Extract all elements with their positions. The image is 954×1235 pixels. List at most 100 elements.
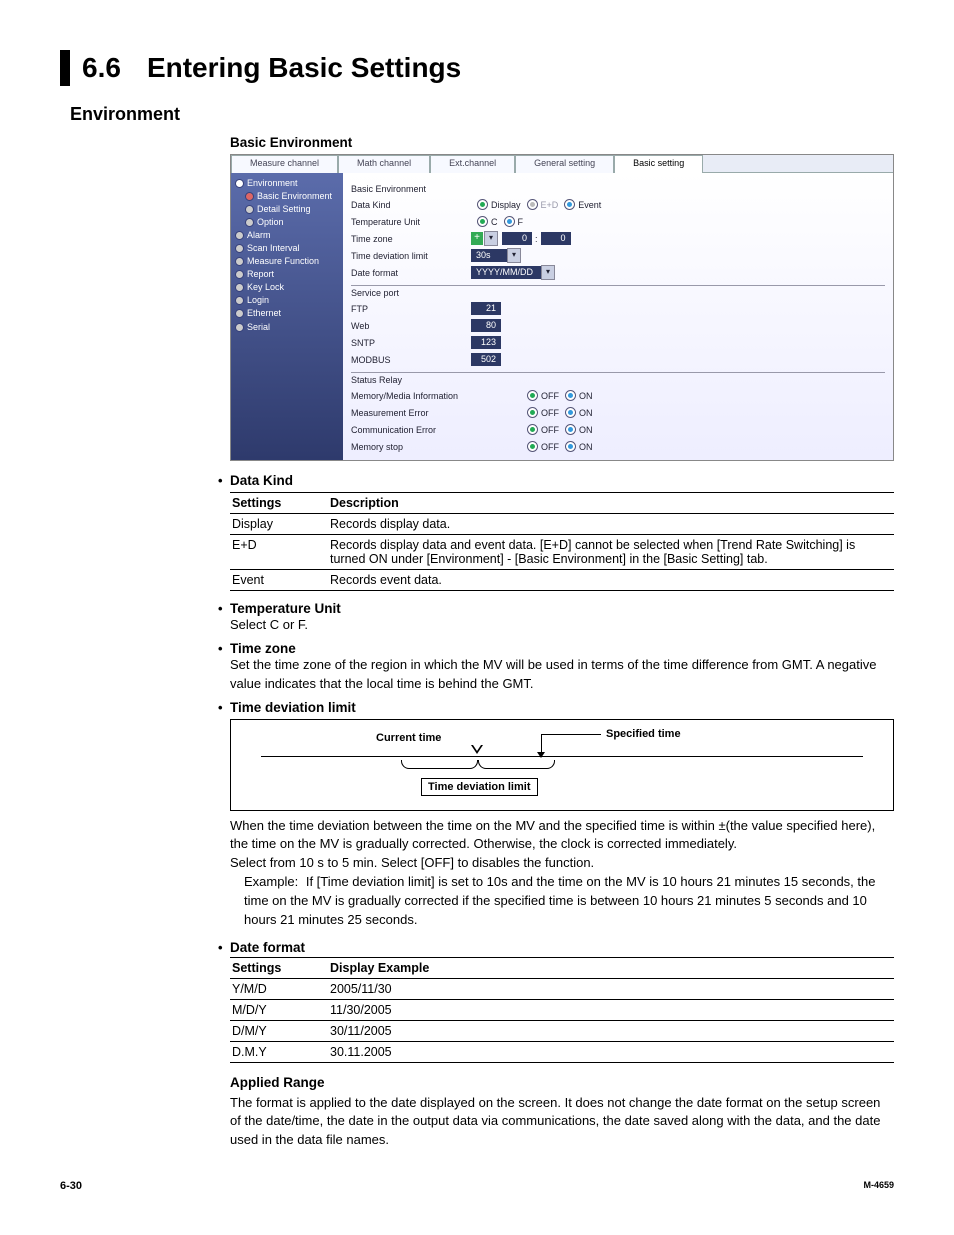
radio-off[interactable]	[527, 407, 538, 418]
diagram-line	[261, 756, 863, 757]
heading-temp-unit: Temperature Unit	[230, 601, 894, 616]
dropdown-arrow-icon[interactable]: ▾	[541, 265, 555, 280]
date-format-value[interactable]: YYYY/MM/DD	[471, 266, 541, 279]
cell-setting: E+D	[230, 535, 328, 570]
th-description: Description	[328, 493, 894, 514]
tree-ethernet[interactable]: Ethernet	[233, 307, 341, 320]
label-specified-time: Specified time	[606, 728, 681, 740]
tree-label: Key Lock	[247, 281, 284, 294]
group-status-relay: Status Relay	[351, 372, 885, 387]
label-date-format: Date format	[351, 268, 471, 278]
nav-tree: Environment Basic Environment Detail Set…	[231, 173, 343, 460]
marker-current-inner	[473, 745, 481, 751]
tdl-diagram: Current time Specified time Time deviati…	[230, 719, 894, 811]
timezone-hour-input[interactable]: 0	[502, 232, 532, 245]
radio-c[interactable]	[477, 216, 488, 227]
bullet-dot: •	[218, 601, 223, 616]
web-port-input[interactable]: 80	[471, 319, 501, 332]
tdl-value[interactable]: 30s	[471, 249, 507, 262]
cell-ex: 2005/11/30	[328, 978, 894, 999]
radio-ed[interactable]	[527, 199, 538, 210]
ftp-port-input[interactable]: 21	[471, 302, 501, 315]
radio-on[interactable]	[565, 390, 576, 401]
colon: :	[535, 234, 538, 244]
radio-off[interactable]	[527, 390, 538, 401]
tab-basic-setting[interactable]: Basic setting	[614, 155, 703, 173]
heading-date-format: Date format	[230, 940, 894, 955]
label-mmi: Memory/Media Information	[351, 391, 521, 401]
tab-general-setting[interactable]: General setting	[515, 155, 614, 173]
chapter-number: 6.6	[82, 52, 121, 84]
heading-applied-range: Applied Range	[230, 1075, 894, 1090]
label-data-kind: Data Kind	[351, 200, 471, 210]
chapter-header: 6.6 Entering Basic Settings	[60, 50, 894, 86]
settings-panel-screenshot: Measure channel Math channel Ext.channel…	[230, 154, 894, 461]
tree-option[interactable]: Option	[243, 216, 341, 229]
tab-ext-channel[interactable]: Ext.channel	[430, 155, 515, 173]
label-cerr: Communication Error	[351, 425, 521, 435]
radio-off[interactable]	[527, 441, 538, 452]
table-row: D.M.Y30.11.2005	[230, 1041, 894, 1062]
chapter-accent-bar	[60, 50, 70, 86]
tree-login[interactable]: Login	[233, 294, 341, 307]
row-ftp: FTP21	[351, 300, 885, 317]
tab-measure-channel[interactable]: Measure channel	[231, 155, 338, 173]
opt-event: Event	[578, 200, 601, 210]
cell-setting: D/M/Y	[230, 1020, 328, 1041]
radio-f[interactable]	[504, 216, 515, 227]
dropdown-arrow-icon[interactable]: ▾	[507, 248, 521, 263]
row-date-format: Date format YYYY/MM/DD▾	[351, 264, 885, 281]
tree-serial[interactable]: Serial	[233, 321, 341, 334]
opt-off: OFF	[541, 442, 559, 452]
text-time-zone: Set the time zone of the region in which…	[230, 656, 894, 694]
tab-math-channel[interactable]: Math channel	[338, 155, 430, 173]
tree-detail-setting[interactable]: Detail Setting	[243, 203, 341, 216]
bullet-dot: •	[218, 700, 223, 715]
tree-label: Detail Setting	[257, 203, 311, 216]
modbus-port-input[interactable]: 502	[471, 353, 501, 366]
tree-label: Scan Interval	[247, 242, 300, 255]
tree-measure-function[interactable]: Measure Function	[233, 255, 341, 268]
tdl-example: Example: If [Time deviation limit] is se…	[230, 873, 894, 930]
tree-report[interactable]: Report	[233, 268, 341, 281]
bullet-icon	[235, 179, 244, 188]
dropdown-arrow-icon[interactable]: ▾	[484, 231, 498, 246]
plus-button[interactable]: +	[471, 232, 483, 245]
brace-left	[401, 760, 478, 769]
cell-desc: Records display data.	[328, 514, 894, 535]
label-web: Web	[351, 321, 471, 331]
opt-off: OFF	[541, 391, 559, 401]
opt-display: Display	[491, 200, 521, 210]
tree-label: Login	[247, 294, 269, 307]
cell-ex: 30.11.2005	[328, 1041, 894, 1062]
tree-key-lock[interactable]: Key Lock	[233, 281, 341, 294]
th-display-example: Display Example	[328, 957, 894, 978]
cell-setting: Y/M/D	[230, 978, 328, 999]
row-tdl: Time deviation limit 30s▾	[351, 247, 885, 264]
radio-on[interactable]	[565, 424, 576, 435]
text-tdl-1: When the time deviation between the time…	[230, 817, 894, 855]
radio-on[interactable]	[565, 441, 576, 452]
tree-alarm[interactable]: Alarm	[233, 229, 341, 242]
timezone-min-input[interactable]: 0	[541, 232, 571, 245]
opt-f: F	[518, 217, 524, 227]
radio-display[interactable]	[477, 199, 488, 210]
bullet-icon	[235, 283, 244, 292]
row-web: Web80	[351, 317, 885, 334]
cell-desc: Records event data.	[328, 570, 894, 591]
table-row: DisplayRecords display data.	[230, 514, 894, 535]
brace-right	[478, 760, 555, 769]
sntp-port-input[interactable]: 123	[471, 336, 501, 349]
th-settings: Settings	[230, 493, 328, 514]
label-time-zone: Time zone	[351, 234, 471, 244]
radio-off[interactable]	[527, 424, 538, 435]
tree-environment[interactable]: Environment	[233, 177, 341, 190]
leader-line	[541, 734, 601, 735]
radio-event[interactable]	[564, 199, 575, 210]
tree-scan-interval[interactable]: Scan Interval	[233, 242, 341, 255]
radio-on[interactable]	[565, 407, 576, 418]
row-modbus: MODBUS502	[351, 351, 885, 368]
table-row: Y/M/D2005/11/30	[230, 978, 894, 999]
bullet-icon	[235, 296, 244, 305]
tree-basic-environment[interactable]: Basic Environment	[243, 190, 341, 203]
